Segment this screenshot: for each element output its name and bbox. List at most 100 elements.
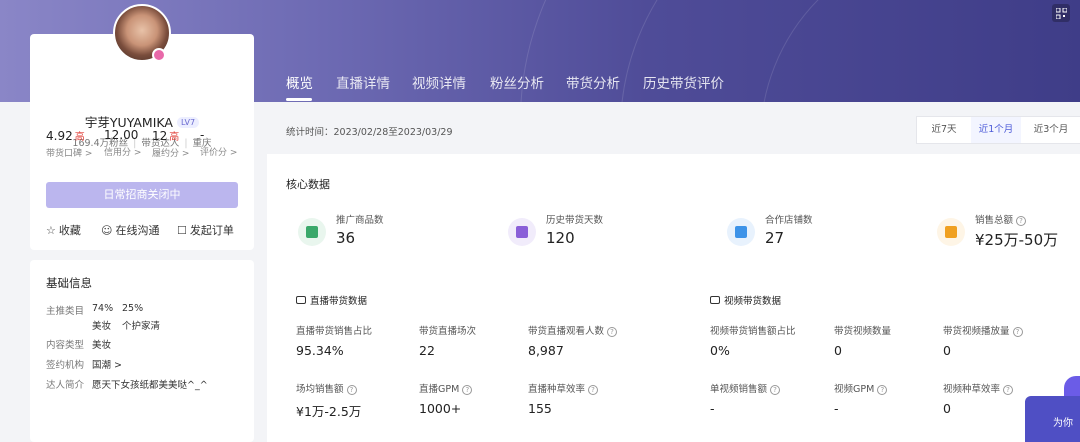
tab-1[interactable]: 直播详情 xyxy=(336,72,390,92)
metric-value: 8,987 xyxy=(528,343,564,358)
metric-label: 视频GPM? xyxy=(834,381,888,395)
tab-5[interactable]: 历史带货评价 xyxy=(643,72,724,92)
basic-info-card: 基础信息 主推类目 74% 美妆 25% 个护家清 内容类型 美妆 签约机构 国… xyxy=(30,260,254,442)
help-icon[interactable]: ? xyxy=(588,385,599,395)
live-icon xyxy=(296,296,306,304)
help-icon[interactable]: ? xyxy=(877,385,888,395)
stats-period: 统计时间：2023/02/28至2023/03/29 xyxy=(286,127,453,138)
metric-label: 单视频销售额? xyxy=(710,381,781,395)
help-icon[interactable]: ? xyxy=(607,327,618,337)
order-icon: ☐ xyxy=(177,223,187,237)
live-metric: 直播带货销售占比 95.34% xyxy=(296,323,372,358)
help-icon[interactable]: ? xyxy=(770,385,781,395)
video-data-title: 视频带货数据 xyxy=(710,293,781,307)
kpi-value: ¥25万-50万 xyxy=(975,231,1059,249)
profile-actions: ☆ 收藏 ☺ 在线沟通 ☐ 发起订单 xyxy=(46,222,246,238)
active-tab-indicator xyxy=(286,98,312,101)
score-tag: 高 xyxy=(169,132,180,143)
favorite-button[interactable]: ☆ 收藏 xyxy=(46,222,81,238)
tab-4[interactable]: 带货分析 xyxy=(566,72,620,92)
score-label: 履约分 > xyxy=(152,149,190,159)
create-order-button[interactable]: ☐ 发起订单 xyxy=(177,222,234,238)
help-icon[interactable]: ? xyxy=(1016,216,1027,226)
kpi-label: 合作店铺数 xyxy=(765,215,813,226)
score-value: 12.00 xyxy=(104,128,141,142)
metric-value: 0 xyxy=(943,401,951,416)
metric-label: 带货直播场次 xyxy=(419,326,477,337)
kpi-label: 推广商品数 xyxy=(336,215,384,226)
tab-3[interactable]: 粉丝分析 xyxy=(490,72,544,92)
sales-icon xyxy=(937,218,965,246)
video-icon xyxy=(710,296,720,304)
range-option[interactable]: 近7天 xyxy=(917,117,971,143)
score-value: 12 高 xyxy=(152,128,189,143)
score-number: 4.92 xyxy=(46,129,73,143)
range-option[interactable]: 近3个月 xyxy=(1021,117,1080,143)
metric-value: 155 xyxy=(528,401,552,416)
kpi-value: 36 xyxy=(336,229,356,247)
score-tag: 高 xyxy=(74,132,85,143)
metric-label: 视频种草效率? xyxy=(943,381,1014,395)
kpi-label: 销售总额? xyxy=(975,212,1027,226)
score-item[interactable]: 12 高履约分 > xyxy=(152,128,189,159)
live-metric: 场均销售额? ¥1万-2.5万 xyxy=(296,381,361,420)
recruit-status-button[interactable]: 日常招商关闭中 xyxy=(46,182,238,208)
kpi-label: 历史带货天数 xyxy=(546,215,604,226)
metric-label: 场均销售额? xyxy=(296,381,361,395)
range-option[interactable]: 近1个月 xyxy=(971,117,1021,143)
tab-2[interactable]: 视频详情 xyxy=(412,72,466,92)
metric-label: 直播带货销售占比 xyxy=(296,326,373,337)
tab-0[interactable]: 概览 xyxy=(286,72,313,92)
video-metric: 带货视频播放量? 0 xyxy=(943,323,1023,358)
metric-value: 0% xyxy=(710,343,730,358)
metric-value: 0 xyxy=(943,343,951,358)
qr-code-icon[interactable] xyxy=(1052,4,1070,22)
video-metric: 视频种草效率? 0 xyxy=(943,381,1014,416)
kpi-value: 27 xyxy=(765,229,785,247)
score-value: - xyxy=(200,128,237,142)
product-icon xyxy=(298,218,326,246)
star-icon: ☆ xyxy=(46,223,56,237)
live-metric: 直播GPM? 1000+ xyxy=(419,381,473,416)
score-item[interactable]: 12.00 信用分 > xyxy=(104,128,141,158)
score-number: 12 xyxy=(152,129,168,143)
metric-value: 1000+ xyxy=(419,401,462,416)
metric-value: 95.34% xyxy=(296,343,344,358)
metric-label: 带货直播观看人数? xyxy=(528,323,618,337)
metric-label: 直播GPM? xyxy=(419,381,473,395)
metric-value: 0 xyxy=(834,343,842,358)
help-icon[interactable]: ? xyxy=(462,385,473,395)
score-item[interactable]: - 评价分 > xyxy=(200,128,237,158)
help-icon[interactable]: ? xyxy=(1012,327,1023,337)
video-metric: 带货视频数量 0 xyxy=(834,323,891,358)
calendar-icon xyxy=(508,218,536,246)
date-range-selector: 近7天 近1个月 近3个月 xyxy=(916,116,1080,144)
video-metric: 单视频销售额? - xyxy=(710,381,781,416)
score-label: 评价分 > xyxy=(200,148,238,158)
score-label: 信用分 > xyxy=(104,148,142,158)
metric-label: 带货视频数量 xyxy=(834,326,892,337)
score-label: 带货口碑 > xyxy=(46,149,93,159)
basic-info-title: 基础信息 xyxy=(46,276,92,290)
metric-value: ¥1万-2.5万 xyxy=(296,404,362,419)
live-metric: 带货直播观看人数? 8,987 xyxy=(528,323,618,358)
score-number: - xyxy=(200,128,205,142)
assistant-widget[interactable]: 为你 xyxy=(1025,396,1080,442)
video-metric: 视频GPM? - xyxy=(834,381,888,416)
help-icon[interactable]: ? xyxy=(346,385,357,395)
metric-value: 22 xyxy=(419,343,435,358)
metric-label: 视频带货销售额占比 xyxy=(710,326,796,337)
level-badge: LV7 xyxy=(176,117,200,128)
score-value: 4.92 高 xyxy=(46,128,92,143)
metric-label: 带货视频播放量? xyxy=(943,323,1023,337)
kpi-value: 120 xyxy=(546,229,575,247)
score-number: 12.00 xyxy=(104,128,139,142)
help-icon[interactable]: ? xyxy=(1003,385,1014,395)
decor-arc xyxy=(760,0,1080,102)
metric-label: 直播种草效率? xyxy=(528,381,599,395)
chat-button[interactable]: ☺ 在线沟通 xyxy=(101,222,159,238)
metric-value: - xyxy=(710,401,715,416)
score-item[interactable]: 4.92 高带货口碑 > xyxy=(46,128,92,159)
store-icon xyxy=(727,218,755,246)
video-metric: 视频带货销售额占比 0% xyxy=(710,323,796,358)
